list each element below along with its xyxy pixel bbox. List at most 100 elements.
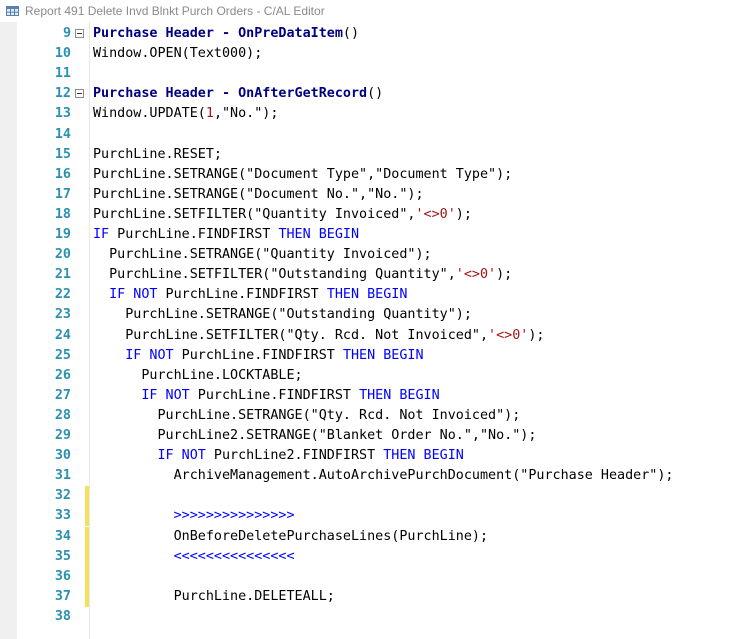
code-line[interactable]: 24 PurchLine.SETFILTER("Qty. Rcd. Not In… bbox=[0, 326, 748, 346]
line-number: 22 bbox=[54, 287, 71, 303]
window-title: Report 491 Delete Invd Blnkt Purch Order… bbox=[25, 4, 325, 18]
code-token: <<<<<<<<<<<<<<< bbox=[173, 548, 295, 564]
code-line[interactable]: 10 Window.OPEN(Text000); bbox=[0, 44, 748, 64]
code-token: PurchLine.SETRANGE("Qty. Rcd. Not Invoic… bbox=[157, 407, 521, 423]
line-number: 16 bbox=[54, 166, 71, 182]
line-number: 26 bbox=[54, 367, 71, 383]
code-token: Window.OPEN(Text000); bbox=[93, 46, 263, 62]
code-token: THEN BEGIN bbox=[383, 448, 464, 464]
code-line[interactable]: 25 IF NOT PurchLine.FINDFIRST THEN BEGIN bbox=[0, 346, 748, 366]
code-line[interactable]: 32 bbox=[0, 486, 748, 507]
code-line[interactable]: 35 <<<<<<<<<<<<<<< bbox=[0, 546, 748, 567]
code-line[interactable]: 16 PurchLine.SETRANGE("Document Type","Do… bbox=[0, 165, 748, 185]
code-line[interactable]: 34 OnBeforeDeletePurchaseLines(PurchLine… bbox=[0, 526, 748, 547]
line-number: 14 bbox=[54, 126, 71, 142]
line-number: 29 bbox=[54, 428, 71, 443]
code-line[interactable]: 27 IF NOT PurchLine.FINDFIRST THEN BEGIN bbox=[0, 386, 748, 406]
code-text: PurchLine2.SETRANGE("Blanket Order No.",… bbox=[93, 426, 537, 446]
code-text: Window.OPEN(Text000); bbox=[93, 44, 262, 64]
line-number: 13 bbox=[54, 106, 71, 122]
code-line[interactable]: 9 Purchase Header - OnPreDataItem() bbox=[0, 24, 748, 44]
code-line[interactable]: 11 bbox=[0, 64, 748, 84]
line-number: 37 bbox=[54, 588, 71, 604]
line-number: 20 bbox=[54, 247, 71, 263]
code-line[interactable]: 26 PurchLine.LOCKTABLE; bbox=[0, 366, 748, 386]
code-text: PurchLine.SETFILTER("Qty. Rcd. Not Invoi… bbox=[93, 326, 544, 346]
code-line[interactable]: 38 bbox=[0, 607, 748, 627]
code-text: ArchiveManagement.AutoArchivePurchDocume… bbox=[93, 466, 674, 486]
code-text: PurchLine.SETRANGE("Qty. Rcd. Not Invoic… bbox=[93, 406, 521, 426]
code-line[interactable]: 21 PurchLine.SETFILTER("Outstanding Quan… bbox=[0, 265, 748, 285]
code-line[interactable]: 14 bbox=[0, 125, 748, 145]
change-marker bbox=[85, 486, 89, 507]
line-number: 18 bbox=[54, 206, 71, 222]
code-token: Purchase Header - OnPreDataItem bbox=[93, 26, 343, 41]
code-token: '<>0' bbox=[455, 267, 497, 283]
code-line[interactable]: 18 PurchLine.SETFILTER("Quantity Invoiced… bbox=[0, 205, 748, 225]
line-number: 21 bbox=[54, 267, 71, 283]
code-line[interactable]: 15 PurchLine.RESET; bbox=[0, 145, 748, 165]
code-line[interactable]: 22 IF NOT PurchLine.FINDFIRST THEN BEGIN bbox=[0, 285, 748, 305]
code-token: Purchase Header - OnAfterGetRecord bbox=[93, 86, 368, 102]
code-token: PurchLine.DELETEALL; bbox=[173, 588, 335, 604]
code-token: 1 bbox=[205, 106, 214, 122]
code-token: PurchLine.LOCKTABLE; bbox=[141, 367, 303, 383]
code-text: IF NOT PurchLine.FINDFIRST THEN BEGIN bbox=[93, 285, 407, 305]
code-token: THEN BEGIN bbox=[342, 347, 424, 363]
code-token: PurchLine.FINDFIRST bbox=[109, 227, 279, 242]
code-line[interactable]: 33 >>>>>>>>>>>>>>> bbox=[0, 506, 748, 527]
code-line[interactable]: 30 IF NOT PurchLine2.FINDFIRST THEN BEGI… bbox=[0, 446, 748, 466]
code-token: PurchLine.FINDFIRST bbox=[173, 347, 343, 363]
line-number: 38 bbox=[54, 608, 71, 624]
code-token: '<>0' bbox=[415, 206, 456, 222]
code-token: THEN BEGIN bbox=[359, 387, 440, 403]
code-line[interactable]: 36 bbox=[0, 566, 748, 587]
code-line[interactable]: 37 PurchLine.DELETEALL; bbox=[0, 586, 748, 607]
title-bar: Report 491 Delete Invd Blnkt Purch Order… bbox=[0, 0, 748, 22]
code-line[interactable]: 20 PurchLine.SETRANGE("Quantity Invoiced… bbox=[0, 245, 748, 265]
code-token: PurchLine.FINDFIRST bbox=[189, 387, 360, 403]
code-token: Window.UPDATE( bbox=[93, 106, 206, 122]
code-editor[interactable]: 9 Purchase Header - OnPreDataItem() 10 Wind… bbox=[0, 22, 748, 639]
code-line[interactable]: 19 IF PurchLine.FINDFIRST THEN BEGIN bbox=[0, 225, 748, 245]
line-number: 31 bbox=[54, 468, 71, 484]
code-token: PurchLine.FINDFIRST bbox=[157, 287, 327, 303]
collapse-icon[interactable] bbox=[75, 29, 84, 38]
change-marker bbox=[85, 526, 89, 547]
line-number: 27 bbox=[54, 387, 71, 403]
code-text: <<<<<<<<<<<<<<< bbox=[93, 547, 295, 567]
change-marker bbox=[85, 546, 89, 567]
code-line[interactable]: 31 ArchiveManagement.AutoArchivePurchDoc… bbox=[0, 466, 748, 486]
collapse-icon[interactable] bbox=[75, 89, 84, 99]
line-number: 9 bbox=[62, 26, 71, 41]
line-number: 30 bbox=[54, 448, 71, 464]
code-line[interactable]: 29 PurchLine2.SETRANGE("Blanket Order No… bbox=[0, 426, 748, 446]
code-text: Window.UPDATE(1,"No."); bbox=[93, 104, 278, 124]
code-token: ); bbox=[496, 267, 513, 283]
code-token: ,"No."); bbox=[213, 106, 279, 122]
code-text: PurchLine.RESET; bbox=[93, 145, 222, 165]
code-token: PurchLine.SETFILTER("Outstanding Quantit… bbox=[109, 267, 456, 283]
line-number: 35 bbox=[54, 548, 71, 564]
code-token: PurchLine.RESET; bbox=[93, 146, 222, 162]
code-line[interactable]: 23 PurchLine.SETRANGE("Outstanding Quant… bbox=[0, 305, 748, 325]
code-text: IF PurchLine.FINDFIRST THEN BEGIN bbox=[93, 225, 359, 245]
cal-editor-window: Report 491 Delete Invd Blnkt Purch Order… bbox=[0, 0, 748, 639]
code-line[interactable]: 28 PurchLine.SETRANGE("Qty. Rcd. Not Inv… bbox=[0, 406, 748, 426]
code-text: PurchLine.SETFILTER("Outstanding Quantit… bbox=[93, 265, 512, 285]
code-text: OnBeforeDeletePurchaseLines(PurchLine); bbox=[93, 527, 488, 547]
table-grid-icon bbox=[6, 6, 19, 16]
line-number: 33 bbox=[54, 508, 71, 524]
code-line[interactable]: 13 Window.UPDATE(1,"No."); bbox=[0, 104, 748, 124]
code-line[interactable]: 12 Purchase Header - OnAfterGetRecord() bbox=[0, 84, 748, 104]
code-text: >>>>>>>>>>>>>>> bbox=[93, 506, 295, 526]
code-token: >>>>>>>>>>>>>>> bbox=[173, 508, 295, 524]
code-token: () bbox=[342, 26, 360, 41]
line-number: 17 bbox=[54, 186, 71, 202]
code-line[interactable]: 17 PurchLine.SETRANGE("Document No.","No.… bbox=[0, 185, 748, 205]
code-text: PurchLine.SETRANGE("Document No.","No.")… bbox=[93, 185, 424, 205]
code-token: PurchLine.SETRANGE("Document Type","Docu… bbox=[93, 166, 513, 182]
code-token: PurchLine.SETRANGE("Quantity Invoiced"); bbox=[109, 247, 432, 263]
line-number: 36 bbox=[54, 568, 71, 584]
line-number: 19 bbox=[54, 227, 71, 242]
